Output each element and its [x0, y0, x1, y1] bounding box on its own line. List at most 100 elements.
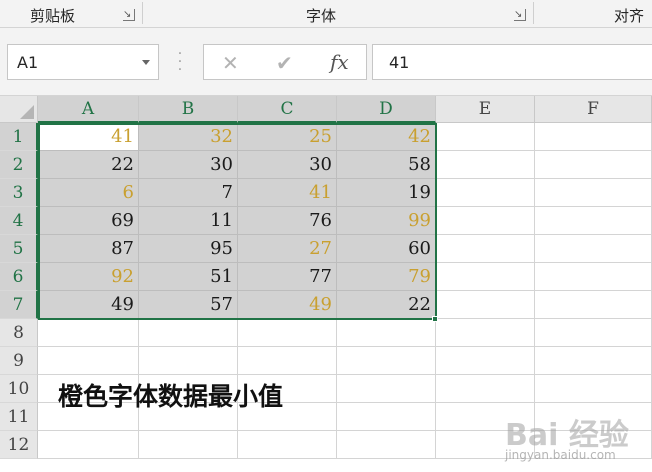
row-header-3[interactable]: 3 [0, 179, 38, 207]
ribbon-group-alignment-label: 对齐 [614, 7, 645, 25]
cell-b9[interactable] [139, 347, 238, 375]
row-header-8[interactable]: 8 [0, 319, 38, 347]
cell-f4[interactable] [535, 207, 652, 235]
cell-d7[interactable]: 22 [337, 291, 436, 319]
cell-e12[interactable] [436, 431, 535, 459]
fill-handle[interactable] [432, 316, 438, 322]
cell-a4[interactable]: 69 [38, 207, 139, 235]
cell-c4[interactable]: 76 [238, 207, 337, 235]
cell-e3[interactable] [436, 179, 535, 207]
select-all-button[interactable] [0, 96, 38, 123]
cell-e4[interactable] [436, 207, 535, 235]
cell-d3[interactable]: 19 [337, 179, 436, 207]
cell-d12[interactable] [337, 431, 436, 459]
cell-e9[interactable] [436, 347, 535, 375]
cell-b2[interactable]: 30 [139, 151, 238, 179]
cell-d6[interactable]: 79 [337, 263, 436, 291]
row-header-4[interactable]: 4 [0, 207, 38, 235]
row-header-1[interactable]: 1 [0, 123, 38, 151]
cell-c1[interactable]: 25 [238, 123, 337, 151]
close-icon[interactable]: ✕ [222, 51, 239, 75]
insert-function-button[interactable]: fx [330, 50, 349, 74]
cell-e2[interactable] [436, 151, 535, 179]
cell-c2[interactable]: 30 [238, 151, 337, 179]
cell-d5[interactable]: 60 [337, 235, 436, 263]
cell-f2[interactable] [535, 151, 652, 179]
cell-d8[interactable] [337, 319, 436, 347]
row-header-6[interactable]: 6 [0, 263, 38, 291]
cell-e6[interactable] [436, 263, 535, 291]
cell-c5[interactable]: 27 [238, 235, 337, 263]
cell-b3[interactable]: 7 [139, 179, 238, 207]
column-header-c[interactable]: C [238, 96, 337, 123]
column-header-e[interactable]: E [436, 96, 535, 123]
clipboard-dialog-launcher-icon[interactable]: ↘ [123, 9, 135, 21]
cell-a3[interactable]: 6 [38, 179, 139, 207]
row-header-2[interactable]: 2 [0, 151, 38, 179]
cell-d11[interactable] [337, 403, 436, 431]
cell-f10[interactable] [535, 375, 652, 403]
cell-e11[interactable] [436, 403, 535, 431]
column-header-b[interactable]: B [139, 96, 238, 123]
cell-c7[interactable]: 49 [238, 291, 337, 319]
row-header-9[interactable]: 9 [0, 347, 38, 375]
drag-handle-icon[interactable]: · · · [176, 47, 184, 77]
cell-f8[interactable] [535, 319, 652, 347]
row-header-7[interactable]: 7 [0, 291, 38, 319]
cell-f3[interactable] [535, 179, 652, 207]
cell-e10[interactable] [436, 375, 535, 403]
column-header-d[interactable]: D [337, 96, 436, 123]
cell-b1[interactable]: 32 [139, 123, 238, 151]
note-cell-a10[interactable]: 橙色字体数据最小值 [58, 377, 283, 413]
cell-b8[interactable] [139, 319, 238, 347]
cell-d2[interactable]: 58 [337, 151, 436, 179]
cell-d10[interactable] [337, 375, 436, 403]
cell-a2[interactable]: 22 [38, 151, 139, 179]
cell-a1[interactable]: 41 [38, 123, 139, 151]
row-header-5[interactable]: 5 [0, 235, 38, 263]
cell-f1[interactable] [535, 123, 652, 151]
cell-f7[interactable] [535, 291, 652, 319]
cell-a6[interactable]: 92 [38, 263, 139, 291]
cell-d4[interactable]: 99 [337, 207, 436, 235]
cell-d1[interactable]: 42 [337, 123, 436, 151]
cell-c8[interactable] [238, 319, 337, 347]
cell-e8[interactable] [436, 319, 535, 347]
column-header-a[interactable]: A [38, 96, 139, 123]
row-header-11[interactable]: 11 [0, 403, 38, 431]
row-header-10[interactable]: 10 [0, 375, 38, 403]
cell-b12[interactable] [139, 431, 238, 459]
cell-f5[interactable] [535, 235, 652, 263]
cell-f11[interactable] [535, 403, 652, 431]
cell-f12[interactable] [535, 431, 652, 459]
cell-c6[interactable]: 77 [238, 263, 337, 291]
ribbon-group-bar: 剪贴板 ↘ 字体 ↘ 对齐 [0, 0, 652, 28]
cell-a8[interactable] [38, 319, 139, 347]
cell-f9[interactable] [535, 347, 652, 375]
cell-a12[interactable] [38, 431, 139, 459]
cell-d9[interactable] [337, 347, 436, 375]
cell-c9[interactable] [238, 347, 337, 375]
font-dialog-launcher-icon[interactable]: ↘ [514, 9, 526, 21]
formula-buttons: ✕ ✔ fx [203, 44, 367, 80]
cell-b7[interactable]: 57 [139, 291, 238, 319]
column-header-f[interactable]: F [535, 96, 652, 123]
cell-e1[interactable] [436, 123, 535, 151]
chevron-down-icon[interactable] [142, 60, 150, 65]
cell-f6[interactable] [535, 263, 652, 291]
formula-input[interactable]: 41 [372, 44, 652, 80]
cell-b5[interactable]: 95 [139, 235, 238, 263]
name-box[interactable]: A1 [7, 44, 159, 80]
cell-a5[interactable]: 87 [38, 235, 139, 263]
cell-e7[interactable] [436, 291, 535, 319]
cell-a7[interactable]: 49 [38, 291, 139, 319]
cell-c3[interactable]: 41 [238, 179, 337, 207]
row-header-12[interactable]: 12 [0, 431, 38, 459]
check-icon[interactable]: ✔ [276, 51, 293, 75]
cell-b4[interactable]: 11 [139, 207, 238, 235]
cell-c12[interactable] [238, 431, 337, 459]
ribbon-separator [533, 2, 534, 24]
cell-b6[interactable]: 51 [139, 263, 238, 291]
cell-e5[interactable] [436, 235, 535, 263]
cell-a9[interactable] [38, 347, 139, 375]
